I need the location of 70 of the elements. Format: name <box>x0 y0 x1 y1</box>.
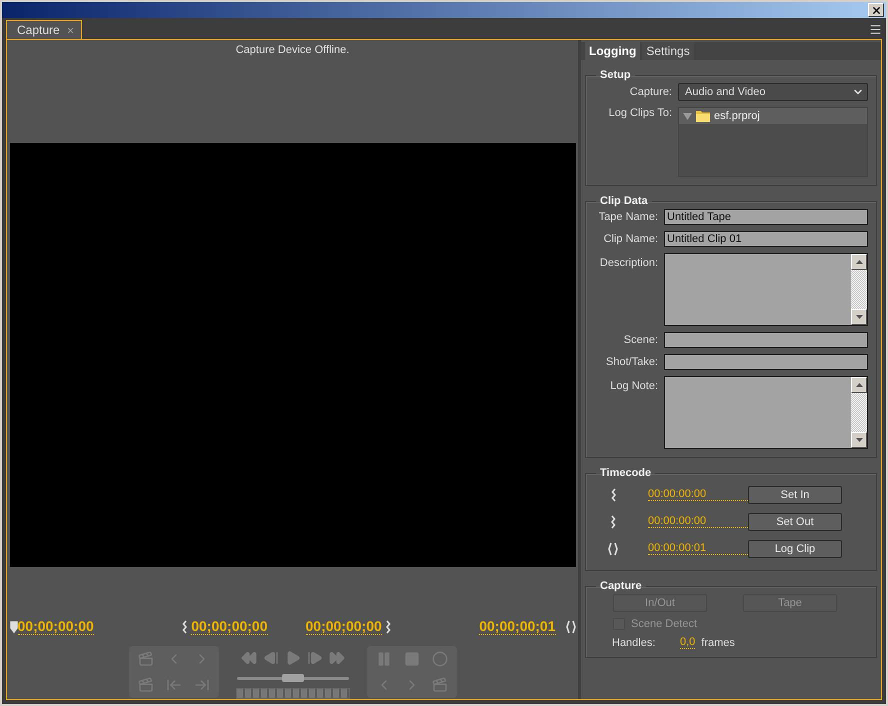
duration-icon <box>566 620 576 634</box>
timecode-display[interactable]: 00;00;00;00 <box>18 619 94 635</box>
scrollbar[interactable] <box>851 377 867 448</box>
timecode-button[interactable]: Set Out <box>748 512 842 530</box>
checkbox-label: Scene Detect <box>631 618 698 630</box>
scroll-up-icon[interactable] <box>856 260 862 264</box>
in-point-icon <box>610 488 616 502</box>
stop-icon[interactable] <box>404 651 420 667</box>
field-label: Capture: <box>628 86 672 98</box>
clapperboard-icon[interactable] <box>138 651 154 667</box>
clapperboard-icon[interactable] <box>138 677 154 693</box>
input-field[interactable]: Untitled Clip 01 <box>664 231 868 247</box>
timecode-display[interactable]: 00;00;00;01 <box>479 619 556 635</box>
out-point-icon <box>610 514 616 528</box>
capture-dropdown[interactable]: Audio and Video <box>678 83 868 101</box>
group-title: Timecode <box>599 467 652 479</box>
in-point-icon <box>182 620 188 634</box>
close-icon[interactable] <box>66 26 75 34</box>
disclosure-icon[interactable] <box>683 112 692 120</box>
project-item[interactable]: esf.prproj <box>679 108 867 124</box>
out-point-icon <box>386 620 391 634</box>
field-label: Log Note: <box>609 379 658 392</box>
field-label: Shot/Take: <box>605 356 658 368</box>
step-back-icon[interactable] <box>262 650 278 666</box>
jog-wheel[interactable] <box>236 688 350 699</box>
clapperboard-icon[interactable] <box>432 677 448 693</box>
tab[interactable]: Settings <box>642 42 694 60</box>
input-field[interactable] <box>664 354 868 370</box>
scrollbar[interactable] <box>851 254 867 325</box>
duration-icon <box>608 542 618 556</box>
timecode-button[interactable]: Set In <box>748 486 842 504</box>
go-to-out-icon[interactable] <box>194 677 210 693</box>
timecode-display[interactable]: 00;00;00;00 <box>191 619 268 635</box>
field-label: Tape Name: <box>598 211 658 223</box>
menu-icon[interactable] <box>869 23 882 36</box>
timecode-button[interactable]: Log Clip <box>748 540 842 558</box>
close-icon <box>870 4 882 16</box>
field-label: Description: <box>598 256 658 269</box>
text-area[interactable] <box>664 376 868 449</box>
scroll-down-icon[interactable] <box>856 315 862 319</box>
field-label: Clip Name: <box>602 233 658 245</box>
record-icon[interactable] <box>432 651 448 667</box>
status-text: Capture Device Offline. <box>236 44 350 56</box>
pause-icon[interactable] <box>376 651 392 667</box>
group-title: Capture <box>599 580 643 592</box>
handles-value[interactable]: 0,0 <box>680 636 696 649</box>
text-area[interactable] <box>664 253 868 326</box>
timecode-display[interactable]: 00;00;00;00 <box>306 619 382 635</box>
play-icon[interactable] <box>284 650 300 666</box>
project-list[interactable]: esf.prproj <box>678 107 868 177</box>
fast-forward-icon[interactable] <box>328 650 344 666</box>
input-field[interactable]: Untitled Tape <box>664 209 868 225</box>
close-button[interactable] <box>868 3 884 17</box>
marker-icon <box>10 620 18 634</box>
input-field[interactable] <box>664 332 868 348</box>
group-title: Clip Data <box>599 195 649 207</box>
group-title: Setup <box>599 69 632 81</box>
field-label: Log Clips To: <box>608 107 672 119</box>
tab[interactable]: Logging <box>585 42 640 60</box>
shuttle-thumb[interactable] <box>282 674 304 682</box>
field-label: Scene: <box>622 334 658 346</box>
scroll-up-icon[interactable] <box>856 383 862 387</box>
unit-label: frames <box>701 636 735 648</box>
field-label: Handles: <box>612 636 656 648</box>
scroll-down-icon[interactable] <box>856 438 862 442</box>
panel-tab[interactable]: Capture <box>6 20 82 39</box>
step-forward-icon[interactable] <box>306 650 322 666</box>
rewind-icon[interactable] <box>240 650 256 666</box>
go-to-in-icon[interactable] <box>166 677 182 693</box>
folder-icon <box>696 110 710 122</box>
